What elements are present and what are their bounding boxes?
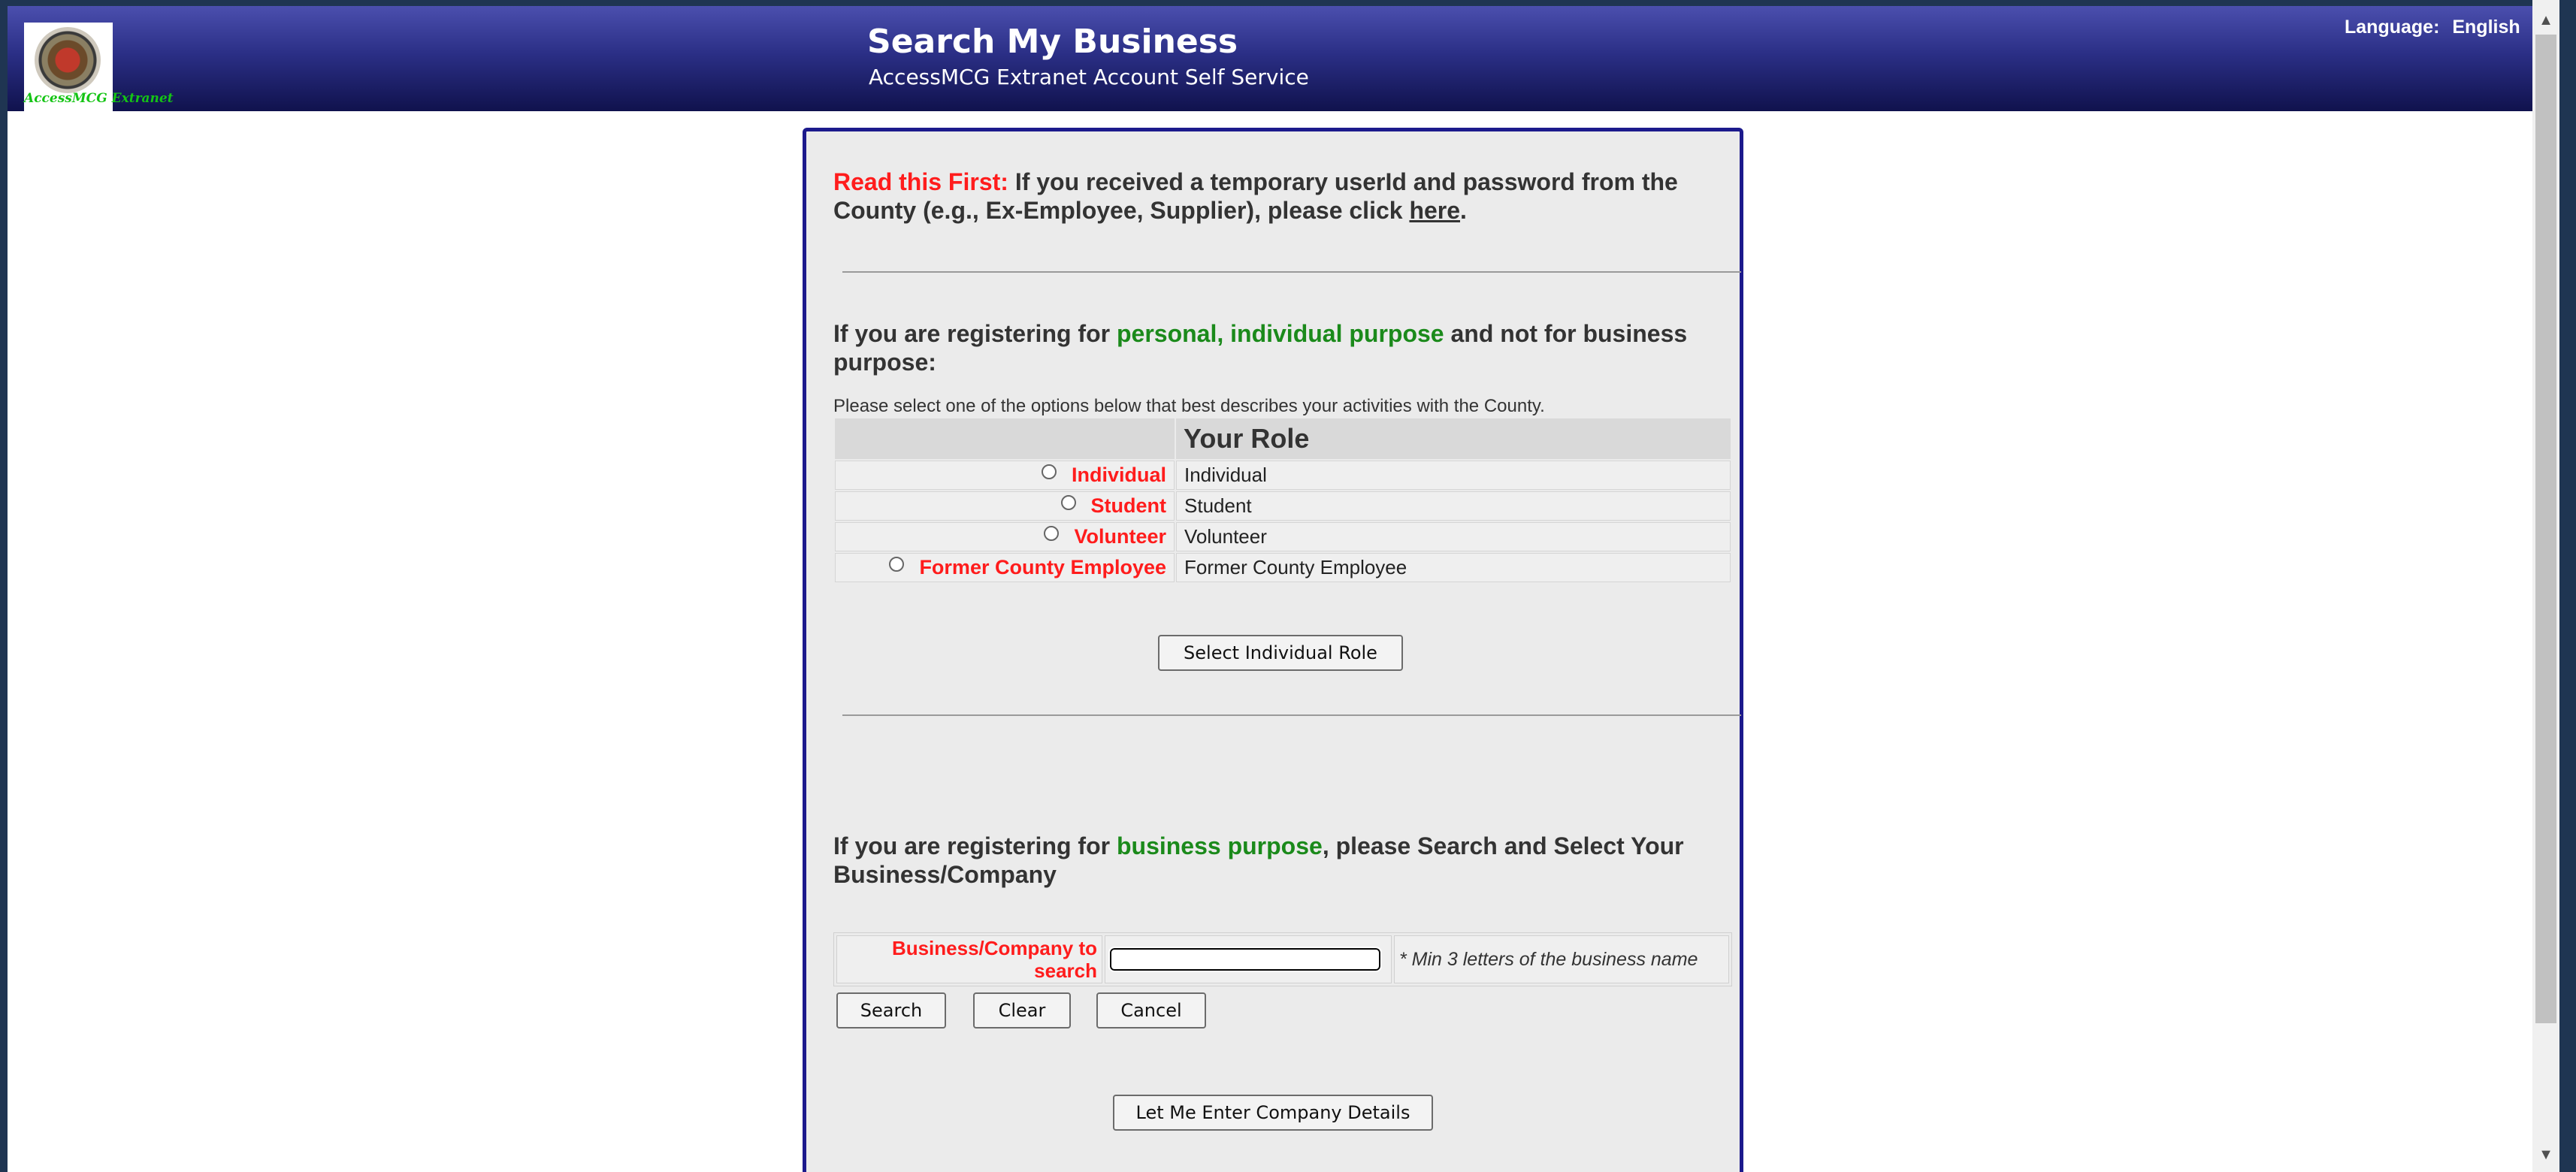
divider <box>842 271 1741 273</box>
read-first-notice: Read this First: If you received a tempo… <box>833 168 1698 225</box>
clear-button[interactable]: Clear <box>973 992 1071 1029</box>
table-row: Student Student <box>835 491 1731 521</box>
scroll-down-arrow-icon[interactable]: ▼ <box>2532 1140 2559 1169</box>
option-label: Former County Employee <box>919 556 1166 578</box>
role-option-student[interactable]: Student <box>835 491 1175 521</box>
role-name: Individual <box>1176 461 1731 490</box>
logo-text: AccessMCG Extranet <box>24 91 174 106</box>
here-link[interactable]: here <box>1409 197 1460 224</box>
personal-purpose-highlight: personal, individual purpose <box>1116 320 1444 347</box>
role-table-header: Your Role <box>1176 418 1731 459</box>
accessmcg-logo: AccessMCG Extranet <box>24 23 174 113</box>
business-purpose-highlight: business purpose <box>1116 832 1323 859</box>
role-table: Your Role Individual Individual Student … <box>833 417 1732 584</box>
table-row: Former County Employee Former County Emp… <box>835 553 1731 582</box>
radio-volunteer[interactable] <box>1044 526 1060 542</box>
table-row: Volunteer Volunteer <box>835 522 1731 551</box>
search-hint: * Min 3 letters of the business name <box>1394 935 1729 983</box>
radio-student[interactable] <box>1060 495 1076 511</box>
page-title: Search My Business <box>867 23 1238 61</box>
language-value[interactable]: English <box>2452 17 2520 38</box>
divider <box>842 714 1741 716</box>
personal-intro-pre: If you are registering for <box>833 320 1117 347</box>
business-search-input[interactable] <box>1108 947 1382 972</box>
radio-individual[interactable] <box>1041 464 1057 480</box>
role-name: Volunteer <box>1176 522 1731 551</box>
read-first-label: Read this First: <box>833 168 1008 195</box>
option-label: Student <box>1090 494 1167 517</box>
enter-company-details-button[interactable]: Let Me Enter Company Details <box>1113 1095 1433 1131</box>
scroll-up-arrow-icon[interactable]: ▲ <box>2532 6 2559 35</box>
select-individual-role-button[interactable]: Select Individual Role <box>1158 635 1403 671</box>
search-button[interactable]: Search <box>836 992 946 1029</box>
business-search-table: Business/Company to search * Min 3 lette… <box>833 932 1732 986</box>
table-row: Business/Company to search * Min 3 lette… <box>836 935 1729 983</box>
role-option-individual[interactable]: Individual <box>835 461 1175 490</box>
role-option-former-employee[interactable]: Former County Employee <box>835 553 1175 582</box>
role-name: Student <box>1176 491 1731 521</box>
page-subtitle: AccessMCG Extranet Account Self Service <box>869 65 1309 89</box>
option-label: Individual <box>1071 464 1166 486</box>
option-label: Volunteer <box>1074 525 1166 548</box>
registration-panel: Read this First: If you received a tempo… <box>803 128 1743 1172</box>
business-intro-pre: If you are registering for <box>833 832 1117 859</box>
business-intro: If you are registering for business purp… <box>833 832 1698 889</box>
language-selector: Language: English <box>2345 17 2520 38</box>
county-seal-icon <box>35 27 101 93</box>
role-instruction: Please select one of the options below t… <box>833 396 1545 416</box>
vertical-scrollbar[interactable]: ▲ ▼ <box>2532 0 2559 1172</box>
role-table-header-empty <box>835 418 1175 459</box>
cancel-button[interactable]: Cancel <box>1096 992 1206 1029</box>
role-name: Former County Employee <box>1176 553 1731 582</box>
personal-intro: If you are registering for personal, ind… <box>833 319 1698 376</box>
role-option-volunteer[interactable]: Volunteer <box>835 522 1175 551</box>
notice-period: . <box>1460 197 1467 224</box>
radio-former-employee[interactable] <box>889 557 905 572</box>
business-search-label: Business/Company to search <box>836 935 1102 983</box>
language-label: Language: <box>2345 17 2440 38</box>
page-header: AccessMCG Extranet Search My Business Ac… <box>8 6 2540 113</box>
scrollbar-thumb[interactable] <box>2535 35 2556 1023</box>
business-search-cell <box>1105 935 1392 983</box>
table-row: Individual Individual <box>835 461 1731 490</box>
page-frame: AccessMCG Extranet Search My Business Ac… <box>8 6 2540 1172</box>
